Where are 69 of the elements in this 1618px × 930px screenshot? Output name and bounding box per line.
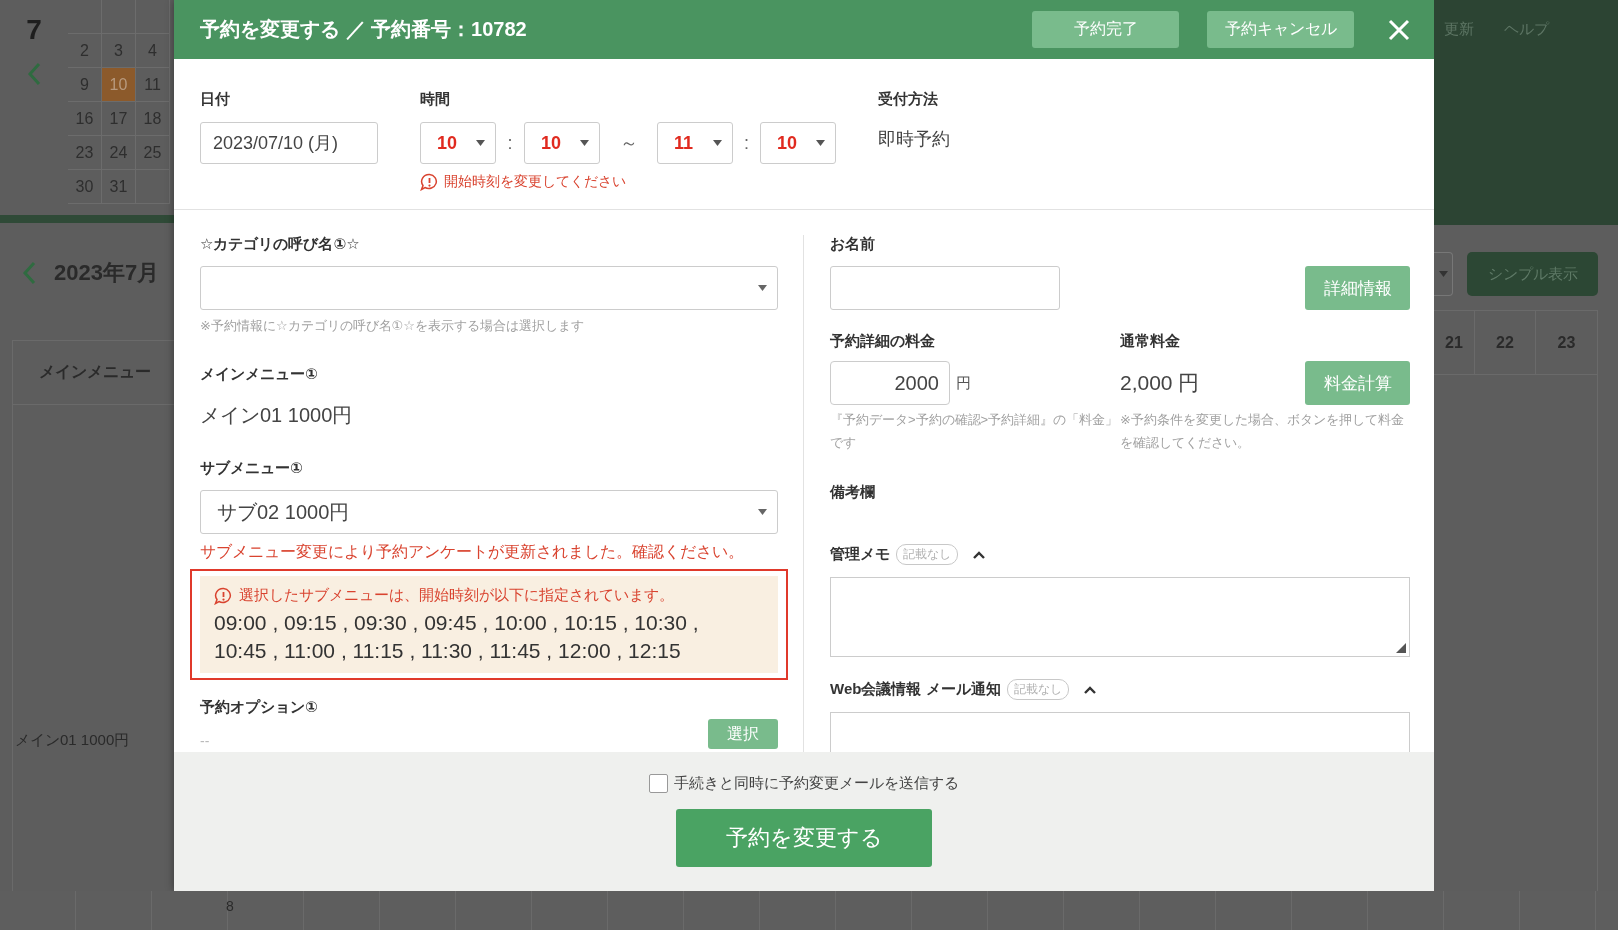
status-badge: 記載なし <box>1006 678 1069 700</box>
calendar-day[interactable]: 10 <box>102 68 136 102</box>
modal-title: 予約を変更する ／ 予約番号：10782 <box>200 17 528 42</box>
price-field[interactable]: 2000 <box>830 361 950 405</box>
separator: : <box>506 132 514 154</box>
price-value: 2,000 円 <box>1120 370 1201 396</box>
checkbox[interactable] <box>649 774 668 793</box>
field-label: Web会議情報 メール通知 <box>830 679 1001 699</box>
field-label: 受付方法 <box>878 90 939 109</box>
field-label: ☆カテゴリの呼び名①☆ <box>200 235 361 254</box>
calendar-cell <box>136 0 170 34</box>
calendar-cell <box>136 170 170 204</box>
hour-label: 8 <box>226 898 234 914</box>
calculate-button[interactable]: 料金計算 <box>1305 361 1410 405</box>
time-select[interactable]: 10 <box>524 122 600 164</box>
field-label: 日付 <box>200 90 231 109</box>
field-label: 予約詳細の料金 <box>830 332 936 351</box>
field-value: メイン01 1000円 <box>200 403 354 429</box>
field-label: 管理メモ <box>830 544 890 564</box>
field-label: サブメニュー① <box>200 459 304 479</box>
hint-text: ※予約情報に☆カテゴリの呼び名①☆を表示する場合は選択します <box>200 317 585 335</box>
field-value: -- <box>200 733 210 750</box>
caret-icon <box>713 140 722 146</box>
text-area[interactable] <box>830 711 1410 752</box>
date-field[interactable]: 2023/07/10 (月) <box>200 122 378 164</box>
field-label: 備考欄 <box>830 482 876 502</box>
select-button[interactable]: 選択 <box>708 719 778 750</box>
error-message: 開始時刻を変更してください <box>444 173 626 191</box>
calendar-month: 7 <box>26 14 42 46</box>
caret-icon <box>476 140 485 146</box>
resize-grip-icon[interactable] <box>1396 642 1406 653</box>
chevron-up-icon[interactable] <box>972 549 986 559</box>
caret-icon <box>816 140 825 146</box>
alert-icon <box>420 173 439 191</box>
field-label: お名前 <box>830 235 876 254</box>
hint-text: ※予約条件を変更した場合、ボタンを押して料金を確認してください。 <box>1120 411 1405 452</box>
field-label: 予約オプション① <box>200 698 319 718</box>
cancel-button[interactable]: 予約キャンセル <box>1207 11 1354 48</box>
status-badge: 記載なし <box>896 543 958 565</box>
caret-icon <box>758 509 767 516</box>
name-field[interactable] <box>830 266 1060 310</box>
select-field[interactable] <box>1434 252 1453 296</box>
field-label: 通常料金 <box>1120 332 1181 351</box>
time-select[interactable]: 10 <box>420 122 496 164</box>
field-value: 即時予約 <box>878 128 950 151</box>
close-icon[interactable] <box>1388 18 1410 41</box>
field-label: 時間 <box>420 90 451 109</box>
complete-button[interactable]: 予約完了 <box>1032 11 1179 48</box>
hint-text: 『予約データ>予約の確認>予約詳細』の「料金」です <box>830 411 1120 452</box>
chevron-up-icon[interactable] <box>1082 684 1097 694</box>
notice-text: サブメニュー変更により予約アンケートが更新されました。確認ください。 <box>200 542 745 563</box>
time-list: 10:45 , 11:00 , 11:15 , 11:30 , 11:45 , 12:00 , 12:15 <box>214 637 764 666</box>
separator: : <box>743 132 750 154</box>
caret-icon <box>1438 271 1448 277</box>
caret-icon <box>758 285 767 291</box>
details-button[interactable]: 詳細情報 <box>1305 266 1410 310</box>
time-list: 09:00 , 09:15 , 09:30 , 09:45 , 10:00 , 10:15 , 10:30 , <box>214 609 764 638</box>
caret-icon <box>580 140 589 146</box>
submenu-select[interactable]: サブ02 1000円 <box>200 490 778 535</box>
alert-message: 選択したサブメニューは、開始時刻が以下に指定されています。 <box>239 586 674 606</box>
category-select[interactable] <box>200 266 778 310</box>
field-label: メインメニュー① <box>200 365 319 385</box>
alert-icon <box>214 586 233 605</box>
unit-label: 円 <box>956 373 971 393</box>
checkbox-label: 手続きと同時に予約変更メールを送信する <box>674 774 959 793</box>
separator: ～ <box>618 132 639 155</box>
time-select[interactable]: 11 <box>657 122 733 164</box>
time-select[interactable]: 10 <box>760 122 836 164</box>
submit-button[interactable]: 予約を変更する <box>676 809 932 867</box>
